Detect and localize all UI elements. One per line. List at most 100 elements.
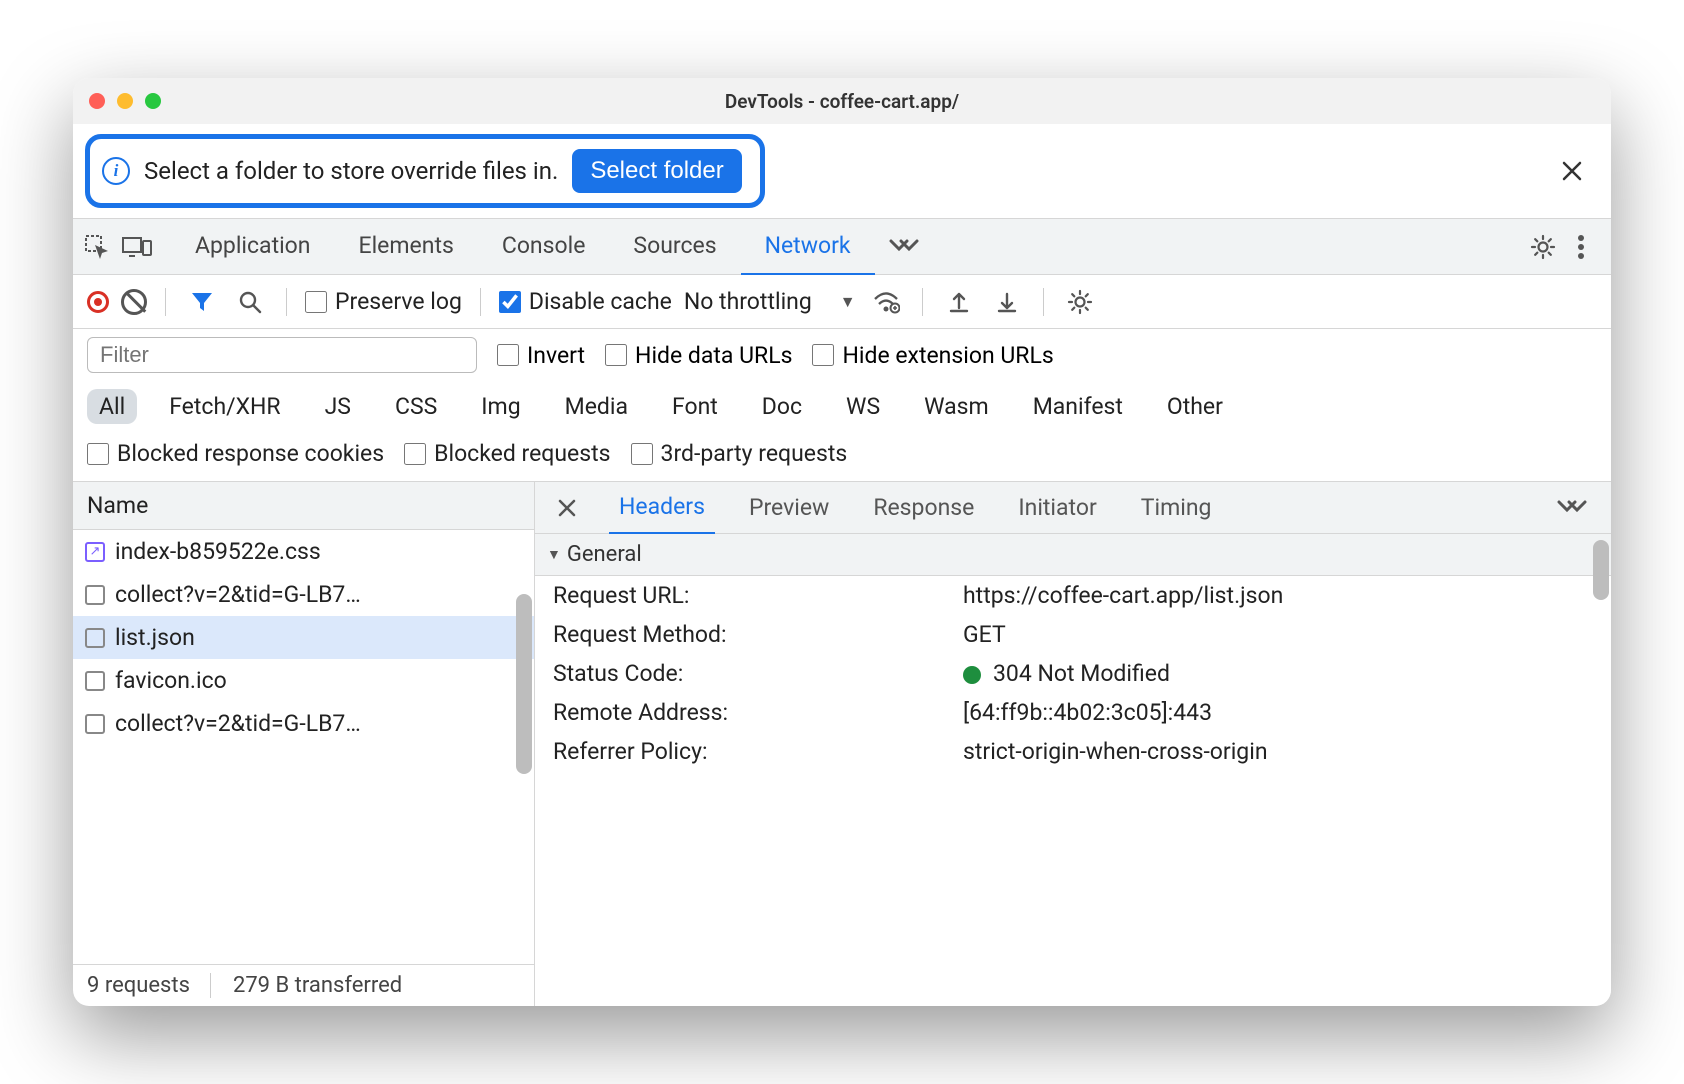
file-type-icon: ↗ (85, 542, 105, 562)
banner-text: Select a folder to store override files … (144, 157, 558, 185)
detail-panel: Headers Preview Response Initiator Timin… (535, 482, 1611, 1006)
tab-network[interactable]: Network (741, 218, 875, 276)
request-row[interactable]: favicon.ico (73, 659, 534, 702)
tab-application[interactable]: Application (171, 218, 335, 276)
traffic-lights (89, 93, 161, 109)
maximize-window-button[interactable] (145, 93, 161, 109)
kv-request-method: Request Method: GET (535, 615, 1611, 654)
kv-remote-address: Remote Address: [64:ff9b::4b02:3c05]:443 (535, 693, 1611, 732)
kv-value: GET (963, 621, 1593, 648)
request-list: ↗ index-b859522e.css collect?v=2&tid=G-L… (73, 530, 534, 964)
thirdparty-checkbox[interactable]: 3rd-party requests (631, 440, 848, 467)
network-settings-icon[interactable] (1062, 284, 1098, 320)
type-all[interactable]: All (87, 389, 137, 424)
type-media[interactable]: Media (553, 389, 640, 424)
status-dot-icon (963, 666, 981, 684)
name-column-header[interactable]: Name (73, 482, 534, 530)
select-folder-button[interactable]: Select folder (572, 149, 741, 193)
status-bar: 9 requests 279 B transferred (73, 964, 534, 1006)
request-name: list.json (115, 624, 195, 651)
request-list-panel: Name ↗ index-b859522e.css collect?v=2&ti… (73, 482, 535, 1006)
caret-down-icon: ▼ (840, 292, 856, 312)
tab-sources[interactable]: Sources (609, 218, 740, 276)
type-other[interactable]: Other (1155, 389, 1235, 424)
tab-elements[interactable]: Elements (335, 218, 478, 276)
kv-label: Remote Address: (553, 699, 963, 726)
request-count: 9 requests (87, 973, 211, 998)
more-tabs-icon[interactable] (879, 237, 929, 257)
kv-value: strict-origin-when-cross-origin (963, 738, 1593, 765)
type-fetch-xhr[interactable]: Fetch/XHR (157, 389, 292, 424)
kv-referrer-policy: Referrer Policy: strict-origin-when-cros… (535, 732, 1611, 771)
request-name: collect?v=2&tid=G-LB7… (115, 581, 361, 608)
throttling-select[interactable]: No throttling ▼ (684, 288, 856, 315)
import-har-icon[interactable] (989, 284, 1025, 320)
tab-headers[interactable]: Headers (609, 481, 715, 535)
type-css[interactable]: CSS (383, 389, 449, 424)
type-wasm[interactable]: Wasm (912, 389, 1001, 424)
kv-request-url: Request URL: https://coffee-cart.app/lis… (535, 576, 1611, 615)
window-title: DevTools - coffee-cart.app/ (73, 90, 1611, 113)
section-title: General (567, 542, 642, 567)
file-type-icon (85, 585, 105, 605)
disclosure-triangle-icon: ▼ (547, 546, 561, 563)
preserve-log-checkbox[interactable]: Preserve log (305, 288, 462, 315)
kv-value: https://coffee-cart.app/list.json (963, 582, 1593, 609)
request-row[interactable]: list.json (73, 616, 534, 659)
type-ws[interactable]: WS (834, 389, 892, 424)
blocked-cookies-checkbox[interactable]: Blocked response cookies (87, 440, 384, 467)
blocked-cookies-label: Blocked response cookies (117, 440, 384, 467)
request-row[interactable]: ↗ index-b859522e.css (73, 530, 534, 573)
more-detail-tabs-icon[interactable] (1547, 498, 1597, 518)
request-row[interactable]: collect?v=2&tid=G-LB7… (73, 702, 534, 745)
invert-label: Invert (527, 342, 585, 369)
filter-input[interactable] (87, 337, 477, 373)
filter-icon[interactable] (184, 284, 220, 320)
scrollbar[interactable] (516, 594, 532, 774)
close-detail-icon[interactable] (549, 490, 585, 526)
tab-response[interactable]: Response (863, 482, 984, 533)
disable-cache-checkbox[interactable]: Disable cache (499, 288, 672, 315)
tab-preview[interactable]: Preview (739, 482, 839, 533)
blocked-requests-checkbox[interactable]: Blocked requests (404, 440, 610, 467)
kv-label: Referrer Policy: (553, 738, 963, 765)
tab-timing[interactable]: Timing (1131, 482, 1222, 533)
extra-filters: Blocked response cookies Blocked request… (73, 432, 1611, 482)
transfer-size: 279 B transferred (233, 973, 402, 998)
network-conditions-icon[interactable] (868, 284, 904, 320)
type-js[interactable]: JS (313, 389, 363, 424)
file-type-icon (85, 671, 105, 691)
export-har-icon[interactable] (941, 284, 977, 320)
hide-extension-urls-checkbox[interactable]: Hide extension URLs (812, 342, 1053, 369)
kebab-menu-icon[interactable] (1563, 233, 1599, 261)
close-window-button[interactable] (89, 93, 105, 109)
kv-label: Request Method: (553, 621, 963, 648)
invert-checkbox[interactable]: Invert (497, 342, 585, 369)
minimize-window-button[interactable] (117, 93, 133, 109)
type-img[interactable]: Img (469, 389, 532, 424)
request-name: index-b859522e.css (115, 538, 321, 565)
record-button[interactable] (87, 291, 109, 313)
tab-console[interactable]: Console (478, 218, 610, 276)
close-banner-button[interactable] (1551, 156, 1593, 186)
tab-initiator[interactable]: Initiator (1008, 482, 1106, 533)
kv-value: [64:ff9b::4b02:3c05]:443 (963, 699, 1593, 726)
clear-button[interactable] (121, 289, 147, 315)
type-manifest[interactable]: Manifest (1021, 389, 1135, 424)
preserve-log-label: Preserve log (335, 288, 462, 315)
general-section-header[interactable]: ▼ General (535, 534, 1611, 576)
scrollbar[interactable] (1593, 540, 1609, 600)
type-font[interactable]: Font (660, 389, 730, 424)
inspect-element-icon[interactable] (79, 229, 115, 265)
hide-data-urls-checkbox[interactable]: Hide data URLs (605, 342, 792, 369)
device-toolbar-icon[interactable] (119, 229, 155, 265)
type-doc[interactable]: Doc (750, 389, 814, 424)
hide-data-label: Hide data URLs (635, 342, 792, 369)
request-row[interactable]: collect?v=2&tid=G-LB7… (73, 573, 534, 616)
filter-bar: Invert Hide data URLs Hide extension URL… (73, 329, 1611, 381)
kv-label: Status Code: (553, 660, 963, 687)
settings-icon[interactable] (1527, 231, 1559, 263)
tab-strip: Application Elements Console Sources Net… (171, 218, 875, 276)
search-icon[interactable] (232, 284, 268, 320)
detail-tabs: Headers Preview Response Initiator Timin… (535, 482, 1611, 534)
